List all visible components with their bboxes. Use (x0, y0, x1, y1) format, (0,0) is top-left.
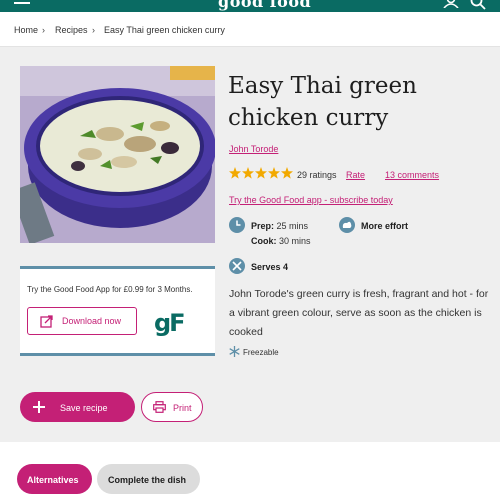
app-subscribe-link[interactable]: Try the Good Food app - subscribe today (229, 195, 393, 205)
prep-time: Prep: 25 mins (251, 221, 308, 231)
good-food-app-logo: gF (154, 309, 186, 337)
download-button[interactable]: Download now (27, 307, 137, 335)
breadcrumb-current: Easy Thai green chicken curry (104, 25, 225, 35)
site-logo[interactable]: good food (218, 0, 311, 11)
save-recipe-button[interactable]: Save recipe (20, 392, 135, 422)
cutlery-icon (229, 258, 245, 274)
print-button[interactable]: Print (141, 392, 203, 422)
breadcrumb: Home › Recipes › Easy Thai green chicken… (0, 12, 500, 47)
prep-label: Prep: (251, 221, 275, 231)
comments-link[interactable]: 13 comments (385, 170, 439, 180)
snowflake-icon (229, 346, 240, 357)
rate-link[interactable]: Rate (346, 170, 365, 180)
cook-time: Cook: 30 mins (251, 236, 311, 246)
tab-complete-the-dish[interactable]: Complete the dish (97, 464, 200, 494)
app-promo: Try the Good Food App for £0.99 for 3 Mo… (20, 266, 215, 356)
cook-value: 30 mins (279, 236, 311, 246)
plus-icon (33, 401, 45, 413)
prep-value: 25 mins (276, 221, 309, 231)
author-link[interactable]: John Torode (229, 144, 278, 154)
menu-icon[interactable] (14, 0, 30, 6)
related-section: Alternatives Complete the dish (0, 442, 500, 500)
site-header: good food (0, 0, 500, 12)
breadcrumb-separator: › (42, 25, 45, 35)
ratings-count: 29 ratings (297, 170, 337, 180)
download-label: Download now (62, 316, 122, 326)
effort-level: More effort (361, 221, 408, 231)
recipe-description: John Torode's green curry is fresh, frag… (229, 288, 489, 338)
search-icon[interactable] (470, 0, 486, 10)
user-icon[interactable] (443, 0, 459, 8)
effort-label: More effort (361, 221, 408, 231)
recipe-actions: Save recipe Print (0, 370, 500, 440)
breadcrumb-home[interactable]: Home (14, 25, 38, 35)
rating-stars (229, 167, 293, 179)
promo-text: Try the Good Food App for £0.99 for 3 Mo… (27, 285, 193, 294)
serves: Serves 4 (251, 262, 288, 272)
tab-alternatives[interactable]: Alternatives (17, 464, 92, 494)
recipe-image (20, 66, 215, 243)
print-label: Print (173, 403, 192, 413)
breadcrumb-recipes[interactable]: Recipes (55, 25, 88, 35)
breadcrumb-separator: › (92, 25, 95, 35)
cook-label: Cook: (251, 236, 277, 246)
tab-alternatives-label: Alternatives (27, 475, 79, 485)
save-label: Save recipe (60, 403, 108, 413)
serves-label: Serves 4 (251, 262, 289, 272)
freezable-label: Freezable (243, 348, 279, 357)
page-title: Easy Thai green chicken curry (228, 73, 417, 131)
tab-complete-label: Complete the dish (108, 475, 187, 485)
external-link-icon (40, 315, 53, 328)
chef-hat-icon (339, 217, 355, 233)
printer-icon (153, 401, 166, 413)
clock-icon (229, 217, 245, 233)
